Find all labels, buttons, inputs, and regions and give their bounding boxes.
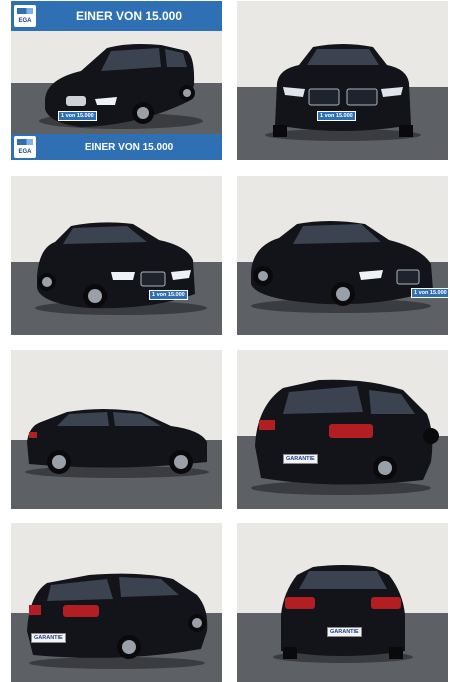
photo-7[interactable]: GARANTIE [11,523,222,682]
promo-banner-text: EINER VON 15.000 [75,9,183,23]
ega-logo: EGA [14,5,36,27]
car-photo [11,176,222,335]
license-plate: GARANTIE [327,627,362,637]
license-plate: 1 von 15.000 [149,290,188,300]
license-plate: 1 von 15.000 [58,111,97,121]
photo-4[interactable]: 1 von 15.000 [237,176,448,335]
car-photo [237,350,448,509]
photo-2[interactable]: 1 von 15.000 [237,1,448,160]
car-photo [237,176,448,335]
license-plate: 1 von 15.000 [411,288,448,298]
photo-1[interactable]: 1 von 15.000 EGA EINER VON 15.000 EGA EI… [11,1,222,160]
car-photo [237,1,448,160]
license-plate: 1 von 15.000 [317,111,356,121]
ega-logo: EGA [14,136,36,158]
car-photo [237,523,448,682]
photo-6[interactable]: GARANTIE [237,350,448,509]
photo-3[interactable]: 1 von 15.000 [11,176,222,335]
photo-5[interactable] [11,350,222,509]
promo-banner-top: EGA EINER VON 15.000 [11,1,222,31]
car-photo [11,350,222,509]
photo-8[interactable]: GARANTIE [237,523,448,682]
car-photo [11,523,222,682]
promo-banner-bottom: EGA EINER VON 15.000 [11,134,222,160]
license-plate: GARANTIE [31,633,66,643]
promo-banner-text: EINER VON 15.000 [84,141,174,153]
license-plate: GARANTIE [283,454,318,464]
